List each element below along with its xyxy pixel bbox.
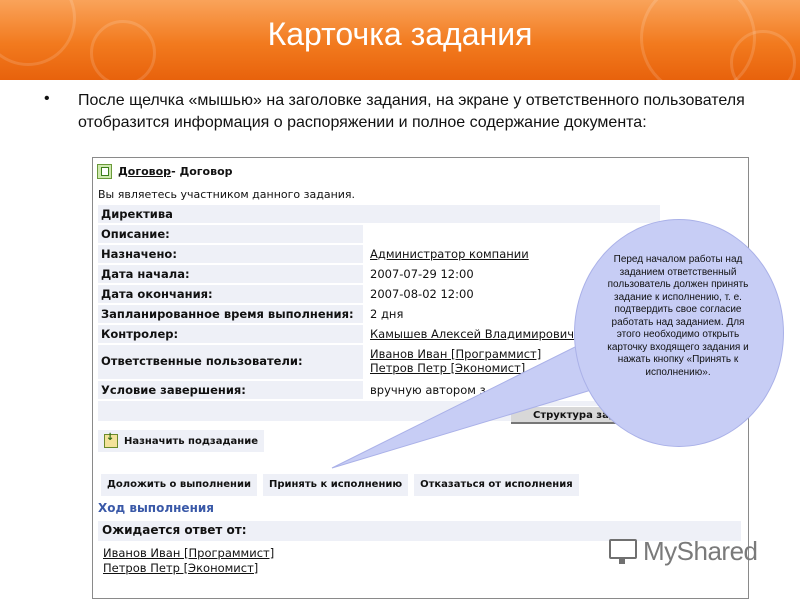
report-completion-button[interactable]: Доложить о выполнении [101,474,257,496]
document-icon [97,164,112,179]
field-row-assigned: Назначено: Администратор компании [98,245,660,263]
watermark-text: MyShared [643,536,758,566]
action-buttons: Доложить о выполнении Принять к исполнен… [101,474,585,496]
bullet-marker: • [44,90,50,107]
field-row-completion: Условие завершения: вручную автором з [98,381,660,399]
callout-text: Перед началом работы над заданием ответс… [607,254,749,378]
field-label: Контролер: [98,325,363,343]
field-row-start-date: Дата начала: 2007-07-29 12:00 [98,265,660,283]
field-label: Условие завершения: [98,381,363,399]
field-label: Дата окончания: [98,285,363,303]
decline-task-button[interactable]: Отказаться от исполнения [414,474,579,496]
field-label: Назначено: [98,245,363,263]
section-header-row: Директива [98,205,660,223]
watermark-logo: MyShared [605,536,758,567]
field-label: Дата начала: [98,265,363,283]
assign-subtask-icon [104,432,118,448]
assign-subtask-button[interactable]: Назначить подзадание [98,430,264,452]
slide-title: Карточка задания [267,16,533,52]
participant-notice: Вы являетесь участником данного задания. [98,188,356,201]
accept-task-button[interactable]: Принять к исполнению [262,474,409,496]
section-header: Директива [98,205,660,223]
awaiting-person-link[interactable]: Петров Петр [Экономист] [103,561,274,576]
awaiting-person-link[interactable]: Иванов Иван [Программист] [103,546,274,561]
document-link[interactable]: Договор [118,165,171,178]
progress-title: Ход выполнения [98,501,214,515]
title-banner: Карточка задания [0,0,800,80]
field-label: Описание: [98,225,363,243]
document-title: - Договор [171,165,233,178]
field-label: Запланированное время выполнения: [98,305,363,323]
field-row-end-date: Дата окончания: 2007-08-02 12:00 [98,285,660,303]
awaiting-people-list: Иванов Иван [Программист] Петров Петр [Э… [103,546,274,576]
intro-text: После щелчка «мышью» на заголовке задани… [78,92,745,131]
assign-subtask-label: Назначить подзадание [124,435,258,447]
document-header: Договор - Договор [97,164,233,179]
field-row-description: Описание: [98,225,660,243]
field-label: Ответственные пользователи: [98,345,363,379]
presentation-screen-icon [605,537,639,567]
